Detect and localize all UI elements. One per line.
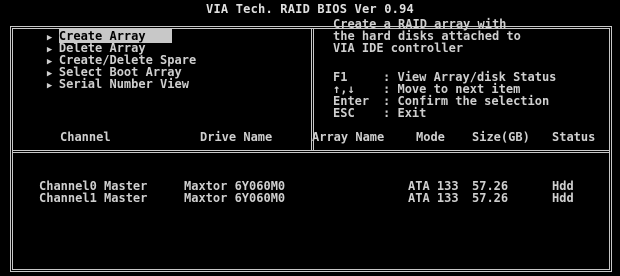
cell-drive-name: Maxtor 6Y060M0 [184, 191, 286, 205]
column-header-mode: Mode [416, 130, 445, 144]
key-name: ESC [333, 106, 355, 120]
table-row[interactable]: Channel1 Master Maxtor 6Y060M0 ATA 133 5… [0, 192, 596, 204]
cell-size: 57.26 [472, 191, 509, 205]
column-header-drive-name: Drive Name [200, 130, 273, 144]
column-header-channel: Channel [60, 130, 111, 144]
menu-item-label: Serial Number View [58, 77, 189, 91]
key-legend: F1: View Array/disk Status ↑,↓: Move to … [333, 71, 593, 119]
help-panel: Create a RAID array with the hard disks … [333, 18, 593, 119]
cell-channel: Channel1 Master [39, 191, 148, 205]
help-line: VIA IDE controller [333, 41, 464, 55]
key-row-esc: ESC: Exit [333, 107, 593, 119]
column-header-status: Status [552, 130, 596, 144]
menu-item-create-array[interactable]: ▶ Create Array [18, 18, 258, 43]
key-sep: : [383, 106, 391, 120]
bios-title: VIA Tech. RAID BIOS Ver 0.94 [206, 2, 414, 16]
column-header-size: Size(GB) [472, 130, 530, 144]
key-desc: Exit [397, 106, 427, 120]
cell-status: Hdd [552, 191, 574, 205]
column-header-array-name: Array Name [312, 130, 385, 144]
cell-mode: ATA 133 [408, 191, 459, 205]
key-row-enter: Enter: Confirm the selection [333, 95, 593, 107]
horizontal-divider [13, 150, 609, 153]
help-description: Create a RAID array with the hard disks … [333, 18, 593, 54]
right-triangle-icon: ▶ [46, 81, 53, 91]
main-menu: ▶ Create Array ▶ Delete Array ▶ Create/Dele… [18, 18, 258, 91]
